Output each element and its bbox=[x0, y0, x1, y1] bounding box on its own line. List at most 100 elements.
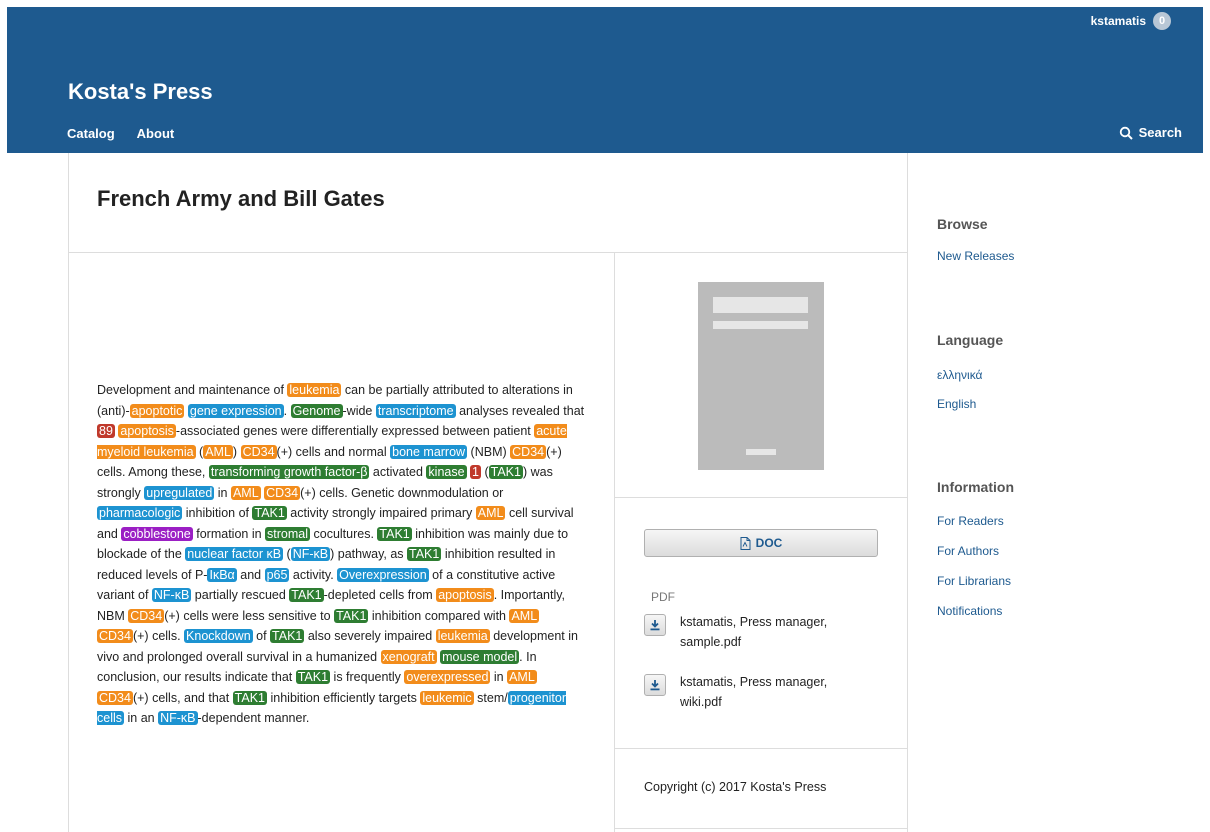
nav-about[interactable]: About bbox=[137, 126, 175, 141]
book-cover-placeholder bbox=[698, 282, 824, 470]
sidebar-link-new-releases[interactable]: New Releases bbox=[937, 249, 1014, 263]
entity-tag[interactable]: mouse model bbox=[440, 649, 520, 664]
divider bbox=[615, 748, 907, 749]
entity-tag[interactable]: TAK1 bbox=[407, 547, 442, 561]
entity-tag[interactable]: apoptosis bbox=[436, 588, 494, 602]
sidebar-heading-information: Information bbox=[937, 479, 1014, 495]
entity-tag[interactable]: leukemia bbox=[287, 383, 342, 397]
entity-tag[interactable]: TAK1 bbox=[232, 690, 268, 705]
entity-tag[interactable]: Knockdown bbox=[184, 629, 253, 643]
entity-tag[interactable]: gene expression bbox=[187, 403, 284, 418]
entity-tag[interactable]: transforming growth factor-β bbox=[208, 465, 370, 479]
entity-tag[interactable]: AML bbox=[509, 608, 540, 623]
download-icon[interactable] bbox=[644, 614, 666, 636]
column-divider bbox=[614, 252, 615, 832]
entity-tag[interactable]: CD34 bbox=[264, 485, 301, 500]
entity-tag[interactable]: TAK1 bbox=[334, 608, 369, 623]
entity-tag[interactable]: TAK1 bbox=[252, 506, 287, 520]
entity-tag[interactable]: NF-κB bbox=[151, 588, 192, 602]
cover-subtitle-line bbox=[713, 321, 808, 329]
notification-badge[interactable]: 0 bbox=[1153, 12, 1171, 30]
entity-tag[interactable]: TAK1 bbox=[289, 588, 324, 602]
abstract-segment: (+) cells. Genetic downmodulation or bbox=[300, 485, 504, 500]
abstract-segment: -dependent manner. bbox=[197, 711, 310, 725]
site-title[interactable]: Kosta's Press bbox=[68, 79, 213, 105]
entity-tag[interactable]: IκBα bbox=[207, 567, 237, 582]
abstract-segment: (+) cells. bbox=[132, 629, 185, 643]
abstract-segment: (+) cells were less sensitive to bbox=[164, 608, 335, 623]
entity-tag[interactable]: AML bbox=[203, 444, 233, 459]
entity-tag[interactable]: AML bbox=[475, 506, 506, 520]
entity-tag[interactable]: kinase bbox=[426, 465, 467, 479]
abstract-segment: ) bbox=[232, 444, 241, 459]
entity-tag[interactable]: bone marrow bbox=[390, 444, 468, 459]
file-icon bbox=[740, 536, 751, 550]
entity-tag[interactable]: upregulated bbox=[144, 485, 215, 500]
entity-tag[interactable]: stromal bbox=[265, 526, 311, 541]
sidebar-link-english[interactable]: English bbox=[937, 397, 976, 411]
search-link[interactable]: Search bbox=[1119, 125, 1182, 140]
entity-tag[interactable]: AML bbox=[507, 670, 537, 684]
entity-tag[interactable]: CD34 bbox=[240, 444, 277, 459]
primary-nav: Catalog About bbox=[67, 126, 174, 141]
entity-tag[interactable]: Overexpression bbox=[337, 567, 429, 582]
entity-tag[interactable]: NF-κB bbox=[290, 547, 331, 561]
main-border-right bbox=[907, 153, 908, 832]
download-label[interactable]: kstamatis, Press manager, sample.pdf bbox=[680, 612, 860, 652]
abstract-segment: Development and maintenance of bbox=[97, 383, 288, 397]
entity-tag[interactable]: cobblestone bbox=[121, 526, 193, 541]
entity-tag[interactable]: TAK1 bbox=[295, 670, 331, 684]
entity-tag[interactable]: CD34 bbox=[97, 629, 133, 643]
abstract-segment: cocultures. bbox=[310, 526, 378, 541]
entity-tag[interactable]: TAK1 bbox=[488, 465, 523, 479]
divider bbox=[615, 828, 907, 829]
search-label[interactable]: Search bbox=[1139, 125, 1182, 140]
doc-download-button[interactable]: DOC bbox=[644, 529, 878, 557]
entity-tag[interactable]: NF-κB bbox=[158, 711, 198, 725]
abstract-segment: also severely impaired bbox=[304, 629, 436, 643]
entity-tag[interactable]: leukemia bbox=[435, 629, 490, 643]
entity-tag[interactable]: apoptotic bbox=[129, 403, 185, 418]
user-menu[interactable]: kstamatis 0 bbox=[1091, 12, 1171, 30]
entity-tag[interactable]: CD34 bbox=[510, 444, 547, 459]
abstract-segment: inhibition of bbox=[182, 506, 253, 520]
entity-tag[interactable]: p65 bbox=[264, 567, 290, 582]
main-border-left bbox=[68, 153, 69, 832]
entity-tag[interactable]: leukemic bbox=[420, 690, 474, 705]
sidebar-link-notifications[interactable]: Notifications bbox=[937, 604, 1002, 618]
sidebar-link-for-readers[interactable]: For Readers bbox=[937, 514, 1004, 528]
doc-label[interactable]: DOC bbox=[756, 536, 783, 550]
sidebar-link-for-librarians[interactable]: For Librarians bbox=[937, 574, 1011, 588]
nav-catalog[interactable]: Catalog bbox=[67, 126, 115, 141]
abstract-segment: in an bbox=[124, 711, 159, 725]
sidebar-link-greek[interactable]: ελληνικά bbox=[937, 368, 982, 382]
sidebar-heading-language: Language bbox=[937, 332, 1004, 348]
entity-tag[interactable]: TAK1 bbox=[270, 629, 305, 643]
abstract-segment: activity strongly impaired primary bbox=[286, 506, 476, 520]
entity-tag[interactable]: TAK1 bbox=[377, 526, 412, 541]
entity-tag[interactable]: CD34 bbox=[97, 690, 133, 705]
username[interactable]: kstamatis bbox=[1091, 14, 1146, 28]
abstract-segment: ( bbox=[283, 547, 291, 561]
entity-tag[interactable]: xenograft bbox=[380, 649, 437, 664]
entity-tag[interactable]: Genome bbox=[290, 403, 343, 418]
divider bbox=[69, 252, 907, 253]
abstract-text: Development and maintenance of leukemia … bbox=[97, 380, 587, 729]
sidebar-link-for-authors[interactable]: For Authors bbox=[937, 544, 999, 558]
download-item[interactable]: kstamatis, Press manager, sample.pdf bbox=[644, 614, 860, 652]
entity-tag[interactable]: overexpressed bbox=[404, 670, 491, 684]
download-icon[interactable] bbox=[644, 674, 666, 696]
entity-tag[interactable]: apoptosis bbox=[118, 424, 176, 438]
abstract-segment: is frequently bbox=[330, 670, 405, 684]
entity-tag[interactable]: transcriptome bbox=[375, 403, 456, 418]
entity-tag[interactable]: CD34 bbox=[128, 608, 165, 623]
download-label[interactable]: kstamatis, Press manager, wiki.pdf bbox=[680, 672, 860, 712]
entity-tag[interactable]: nuclear factor κB bbox=[185, 547, 284, 561]
entity-tag[interactable]: AML bbox=[230, 485, 261, 500]
abstract-segment: activated bbox=[369, 465, 427, 479]
download-item[interactable]: kstamatis, Press manager, wiki.pdf bbox=[644, 674, 860, 712]
entity-tag[interactable]: 89 bbox=[97, 424, 115, 438]
entity-tag[interactable]: 1 bbox=[470, 465, 481, 479]
site-header: kstamatis 0 Kosta's Press Catalog About … bbox=[7, 7, 1203, 153]
entity-tag[interactable]: pharmacologic bbox=[97, 506, 183, 520]
